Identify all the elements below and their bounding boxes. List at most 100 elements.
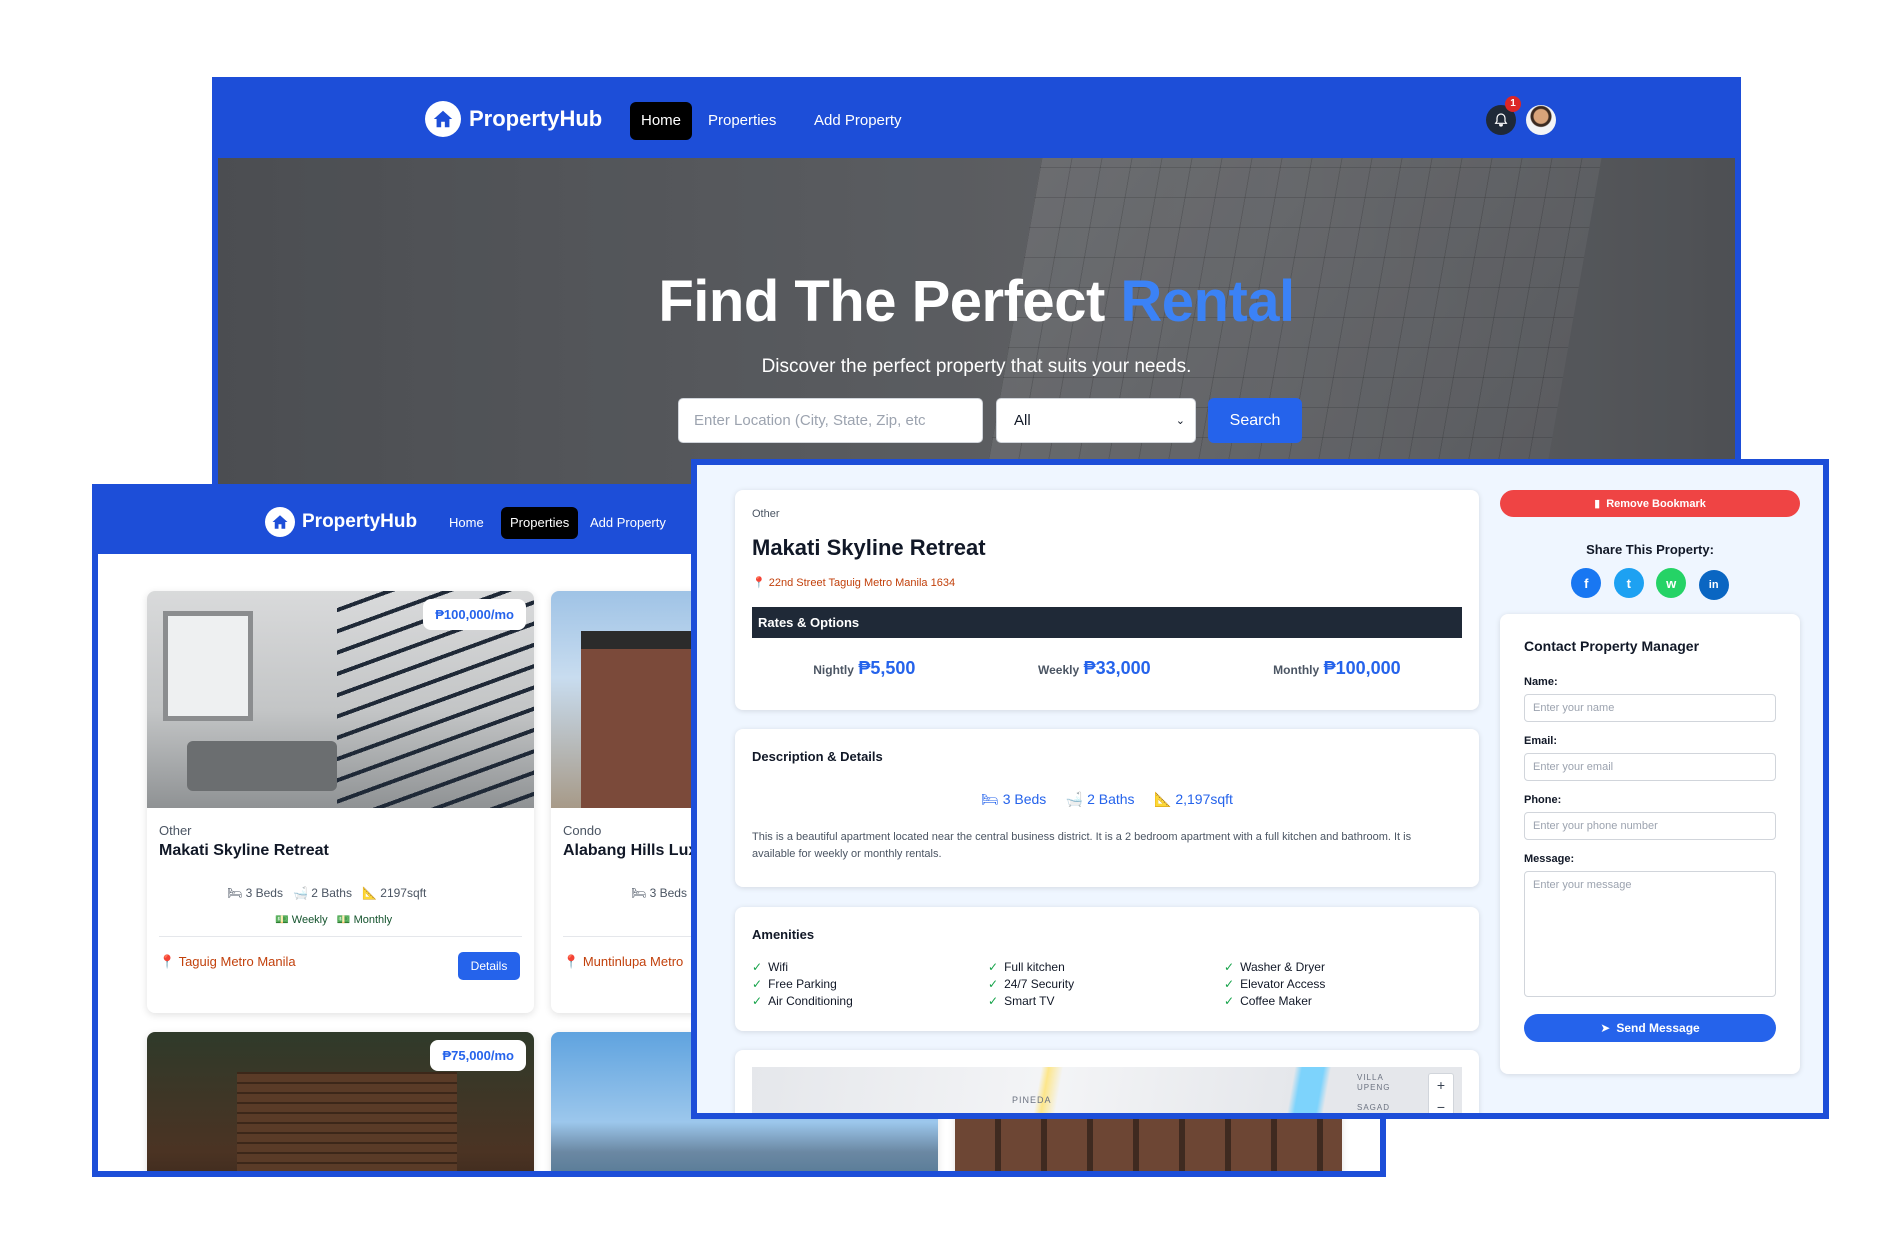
name-field[interactable]: Enter your name <box>1524 694 1776 722</box>
money-icon: 💵 <box>336 914 351 926</box>
beds-count: 3 Beds <box>245 886 283 900</box>
amenities-col-2: ✓ Full kitchen ✓ 24/7 Security ✓ Smart TV <box>988 959 1074 1010</box>
property-specs: 🛏 3 Beds <box>631 886 687 900</box>
amenity-label: Air Conditioning <box>768 994 853 1008</box>
property-type-select[interactable]: All ⌄ <box>996 398 1196 443</box>
rates-header: Rates & Options <box>752 607 1462 638</box>
description-panel: Description & Details 🛏 3 Beds 🛁 2 Baths… <box>735 729 1479 887</box>
message-field[interactable]: Enter your message <box>1524 871 1776 997</box>
property-header-panel: Other Makati Skyline Retreat 📍 22nd Stre… <box>735 490 1479 710</box>
property-type: Other <box>752 508 780 520</box>
rate-label: Nightly <box>813 663 854 677</box>
rate-nightly: Nightly ₱5,500 <box>813 658 915 679</box>
amenity-label: Full kitchen <box>1004 960 1065 974</box>
card-divider <box>159 936 522 937</box>
send-message-button[interactable]: ➤ Send Message <box>1524 1014 1776 1042</box>
twitter-icon[interactable]: t <box>1613 568 1644 598</box>
price-badge: ₱75,000/mo <box>430 1040 526 1071</box>
nav-home[interactable]: Home <box>449 507 484 539</box>
map-pin-icon: 📍 <box>752 577 766 589</box>
linkedin-icon[interactable]: in <box>1698 569 1729 600</box>
detail-specs: 🛏 3 Beds 🛁 2 Baths 📐 2,197sqft <box>735 791 1479 808</box>
house-logo-icon <box>425 101 461 137</box>
rate-monthly: Monthly <box>353 914 393 926</box>
amenity-item: ✓ 24/7 Security <box>988 976 1074 993</box>
brand[interactable]: PropertyHub <box>425 101 602 137</box>
price-badge: ₱100,000/mo <box>423 599 526 630</box>
location-search-input[interactable]: Enter Location (City, State, Zip, etc <box>678 398 983 443</box>
amenities-title: Amenities <box>752 927 815 942</box>
nav-properties[interactable]: Properties <box>501 507 579 539</box>
hero-section: Find The Perfect Rental Discover the per… <box>218 158 1735 491</box>
check-icon: ✓ <box>988 994 999 1008</box>
property-name: Alabang Hills Lux <box>563 842 698 859</box>
amenity-item: ✓ Smart TV <box>988 993 1074 1010</box>
check-icon: ✓ <box>1224 994 1235 1008</box>
nav-add-property[interactable]: Add Property <box>814 102 902 140</box>
location-text: Muntinlupa Metro <box>582 954 684 969</box>
name-label: Name: <box>1524 676 1558 688</box>
message-label: Message: <box>1524 853 1575 865</box>
property-detail-window: Other Makati Skyline Retreat 📍 22nd Stre… <box>691 459 1829 1119</box>
nav-home[interactable]: Home <box>630 102 693 140</box>
beds-count: 3 Beds <box>1002 791 1047 807</box>
beds-count: 3 Beds <box>649 886 687 900</box>
hero-title-accent: Rental <box>1120 269 1295 334</box>
rates-row: Nightly ₱5,500 Weekly ₱33,000 Monthly ₱1… <box>752 658 1462 679</box>
map[interactable]: PINEDA VILLA UPENG SAGAD + − <box>752 1067 1462 1113</box>
amenities-col-3: ✓ Washer & Dryer ✓ Elevator Access ✓ Coffee… <box>1224 959 1325 1010</box>
share-buttons: f t w in <box>1500 568 1800 600</box>
bed-icon: 🛏 <box>227 886 243 900</box>
phone-field[interactable]: Enter your phone number <box>1524 812 1776 840</box>
brand[interactable]: PropertyHub <box>265 507 417 537</box>
rate-weekly: Weekly ₱33,000 <box>1038 658 1151 679</box>
sqft-count: 2197sqft <box>380 886 427 900</box>
bed-icon: 🛏 <box>631 886 647 900</box>
amenity-item: ✓ Elevator Access <box>1224 976 1325 993</box>
property-address: 📍 22nd Street Taguig Metro Manila 1634 <box>752 576 955 589</box>
rate-label: Weekly <box>1037 663 1080 677</box>
brand-name: PropertyHub <box>302 511 418 532</box>
amenity-label: Coffee Maker <box>1240 994 1312 1008</box>
rate-value: ₱33,000 <box>1083 658 1151 678</box>
hero-title-main: Find The Perfect <box>658 269 1121 334</box>
facebook-icon[interactable]: f <box>1571 568 1602 598</box>
phone-label: Phone: <box>1524 794 1562 806</box>
remove-bookmark-button[interactable]: ▮ Remove Bookmark <box>1500 490 1800 517</box>
hero-subtitle: Discover the perfect property that suits… <box>761 356 1192 377</box>
nav-properties[interactable]: Properties <box>708 102 776 140</box>
property-type: Condo <box>563 823 602 838</box>
check-icon: ✓ <box>988 960 999 974</box>
email-field[interactable]: Enter your email <box>1524 753 1776 781</box>
contact-form-panel: Contact Property Manager Name: Enter you… <box>1500 614 1800 1074</box>
notification-badge: 1 <box>1505 96 1521 112</box>
amenity-label: Free Parking <box>768 977 837 991</box>
property-location: 📍 Muntinlupa Metro <box>563 954 683 970</box>
location-text: Taguig Metro Manila <box>178 954 296 969</box>
rate-monthly: Monthly ₱100,000 <box>1273 658 1401 679</box>
map-pin-icon: 📍 <box>563 954 580 969</box>
nav-add-property[interactable]: Add Property <box>590 507 666 539</box>
bookmark-label: Remove Bookmark <box>1606 497 1706 510</box>
property-name: Makati Skyline Retreat <box>159 842 329 859</box>
zoom-out-icon[interactable]: − <box>1429 1096 1453 1113</box>
description-title: Description & Details <box>752 749 883 764</box>
sofa-image <box>187 741 337 791</box>
map-label-villa-upeng: VILLA UPENG <box>1357 1073 1391 1092</box>
baths-count: 2 Baths <box>311 886 352 900</box>
details-button[interactable]: Details <box>458 952 520 980</box>
avatar[interactable] <box>1526 105 1556 135</box>
property-type-value: All <box>1014 412 1031 429</box>
check-icon: ✓ <box>1224 977 1235 991</box>
amenity-item: ✓ Coffee Maker <box>1224 993 1325 1010</box>
whatsapp-icon[interactable]: w <box>1656 568 1687 598</box>
amenity-label: Washer & Dryer <box>1240 960 1325 974</box>
zoom-controls: + − <box>1428 1073 1454 1113</box>
zoom-in-icon[interactable]: + <box>1429 1074 1453 1096</box>
address-text: 22nd Street Taguig Metro Manila 1634 <box>768 577 956 589</box>
amenities-panel: Amenities ✓ Wifi ✓ Free Parking ✓ Air Condi… <box>735 907 1479 1031</box>
rate-label: Monthly <box>1273 663 1320 677</box>
property-title: Makati Skyline Retreat <box>752 535 986 560</box>
bath-icon: 🛁 <box>1065 791 1084 807</box>
search-button[interactable]: Search <box>1208 398 1302 443</box>
